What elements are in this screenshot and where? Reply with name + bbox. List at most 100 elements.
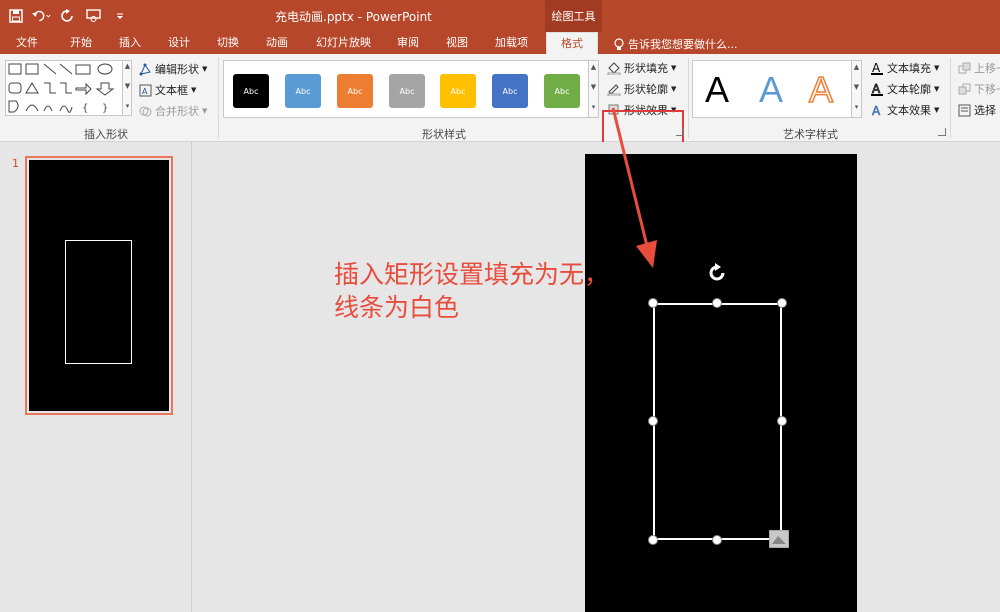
- chevron-down-icon: [117, 13, 123, 19]
- send-backward-label: 下移一: [974, 83, 1000, 96]
- scroll-up-icon: ▲: [853, 63, 860, 71]
- shape-style-swatch[interactable]: Abc: [492, 74, 528, 108]
- wordart-style-blue[interactable]: A: [759, 69, 783, 111]
- text-effects-label: 文本效果: [887, 104, 931, 117]
- shape-styles-group-label: 形状样式: [422, 128, 466, 141]
- chevron-down-icon: ▼: [191, 86, 197, 94]
- undo-button[interactable]: [32, 4, 52, 28]
- tab-view[interactable]: 视图: [446, 35, 468, 54]
- tell-me-box[interactable]: 告诉我您想要做什么...: [614, 36, 738, 52]
- shape-style-swatch[interactable]: Abc: [233, 74, 269, 108]
- scroll-down-icon: ▼: [124, 82, 131, 90]
- svg-text:{: {: [82, 103, 88, 114]
- tab-insert[interactable]: 插入: [119, 35, 141, 54]
- thumbnail-rectangle: [65, 240, 132, 364]
- wordart-style-orange-outline[interactable]: A: [808, 68, 834, 111]
- shape-fill-label: 形状填充: [624, 62, 668, 75]
- bring-forward-label: 上移一: [974, 62, 1000, 75]
- powerpoint-window: 充电动画.pptx - PowerPoint 绘图工具 文件 开始 插入 设计 …: [0, 0, 1000, 612]
- customize-qat-button[interactable]: [110, 4, 130, 28]
- chevron-down-icon: ▼: [934, 106, 940, 114]
- merge-shapes-label: 合并形状: [155, 105, 199, 118]
- merge-shapes-button[interactable]: 合并形状 ▼: [138, 103, 207, 119]
- paint-bucket-icon: [607, 61, 621, 75]
- chevron-down-icon: ▼: [671, 64, 677, 72]
- shape-outline-button[interactable]: 形状轮廓 ▼: [607, 81, 676, 97]
- resize-handle-right[interactable]: [777, 416, 787, 426]
- shape-fill-button[interactable]: 形状填充 ▼: [607, 60, 676, 76]
- scroll-up-icon: ▲: [590, 63, 597, 71]
- annotation-text: 插入矩形设置填充为无， 线条为白色: [334, 258, 654, 324]
- save-button[interactable]: [6, 4, 26, 28]
- annotation-line-1: 插入矩形设置填充为无，: [334, 260, 610, 289]
- selected-rectangle-shape[interactable]: [653, 303, 782, 540]
- resize-handle-top-right[interactable]: [777, 298, 787, 308]
- layout-options-icon[interactable]: [769, 530, 789, 548]
- shape-style-swatch[interactable]: Abc: [544, 74, 580, 108]
- dialog-launcher-icon[interactable]: [938, 128, 946, 136]
- text-effects-button[interactable]: A 文本效果 ▼: [870, 102, 940, 118]
- wordart-gallery-scroll[interactable]: ▲ ▼ ▾: [851, 60, 862, 118]
- tab-animations[interactable]: 动画: [266, 35, 288, 54]
- chevron-down-icon: ▼: [671, 85, 677, 93]
- dialog-launcher-icon[interactable]: [676, 128, 684, 136]
- chevron-down-icon: ▼: [934, 64, 940, 72]
- wordart-style-black[interactable]: A: [705, 69, 729, 111]
- selection-pane-icon: [957, 103, 971, 117]
- shape-style-swatch[interactable]: Abc: [285, 74, 321, 108]
- bring-forward-button[interactable]: 上移一: [957, 60, 1000, 76]
- tab-file[interactable]: 文件: [16, 35, 38, 54]
- text-fill-button[interactable]: A 文本填充 ▼: [870, 60, 939, 76]
- scroll-down-icon: ▼: [853, 83, 860, 91]
- shape-outline-label: 形状轮廓: [624, 83, 668, 96]
- resize-handle-bottom-left[interactable]: [648, 535, 658, 545]
- text-outline-label: 文本轮廓: [887, 83, 931, 96]
- chevron-down-icon: ▼: [202, 107, 208, 115]
- selection-pane-button[interactable]: 选择: [957, 102, 996, 118]
- more-icon: ▾: [125, 102, 130, 110]
- tab-review[interactable]: 审阅: [397, 35, 419, 54]
- undo-icon: [32, 10, 51, 22]
- annotation-line-2: 线条为白色: [334, 293, 460, 322]
- redo-button[interactable]: [58, 4, 78, 28]
- slide-editing-area: [193, 142, 1000, 612]
- tab-addins[interactable]: 加载项: [495, 35, 528, 54]
- bring-forward-icon: [957, 61, 971, 75]
- svg-text:A: A: [872, 104, 881, 117]
- svg-text:A: A: [142, 87, 148, 96]
- shape-style-swatch[interactable]: Abc: [440, 74, 476, 108]
- tab-home[interactable]: 开始: [70, 35, 92, 54]
- group-separator: [950, 58, 951, 138]
- shape-style-swatch[interactable]: Abc: [337, 74, 373, 108]
- shape-style-swatch[interactable]: Abc: [389, 74, 425, 108]
- shapes-gallery-scroll[interactable]: ▲ ▼ ▾: [122, 60, 132, 116]
- send-backward-button[interactable]: 下移一: [957, 81, 1000, 97]
- tab-format[interactable]: 格式: [546, 32, 598, 54]
- resize-handle-left[interactable]: [648, 416, 658, 426]
- group-separator: [218, 58, 219, 138]
- slide-thumbnail-canvas: [29, 160, 169, 411]
- start-presentation-button[interactable]: [84, 4, 104, 28]
- tab-transitions[interactable]: 切换: [217, 35, 239, 54]
- slide-thumbnail[interactable]: [25, 156, 173, 415]
- tab-slide-show[interactable]: 幻灯片放映: [316, 35, 371, 54]
- scroll-up-icon: ▲: [124, 62, 131, 70]
- edit-shape-button[interactable]: 编辑形状 ▼: [138, 61, 207, 77]
- slide-canvas[interactable]: [585, 154, 857, 612]
- presentation-icon: [86, 9, 101, 22]
- resize-handle-bottom[interactable]: [712, 535, 722, 545]
- rotate-handle-icon[interactable]: [706, 262, 728, 284]
- slide-number: 1: [12, 157, 19, 170]
- resize-handle-top[interactable]: [712, 298, 722, 308]
- tab-design[interactable]: 设计: [168, 35, 190, 54]
- ribbon-tabs: 文件 开始 插入 设计 切换 动画 幻灯片放映 审阅 视图 加载项 格式 告诉我…: [0, 32, 1000, 54]
- text-fill-label: 文本填充: [887, 62, 931, 75]
- shape-styles-scroll[interactable]: ▲ ▼ ▾: [588, 60, 599, 118]
- wordart-gallery[interactable]: A A A: [692, 60, 854, 118]
- edit-shape-label: 编辑形状: [155, 63, 199, 76]
- text-box-button[interactable]: A 文本框 ▼: [138, 82, 196, 98]
- shapes-gallery[interactable]: { }: [5, 60, 123, 116]
- text-outline-button[interactable]: A 文本轮廓 ▼: [870, 81, 939, 97]
- shape-styles-gallery[interactable]: Abc Abc Abc Abc Abc Abc Abc: [223, 60, 591, 118]
- text-outline-icon: A: [870, 82, 884, 96]
